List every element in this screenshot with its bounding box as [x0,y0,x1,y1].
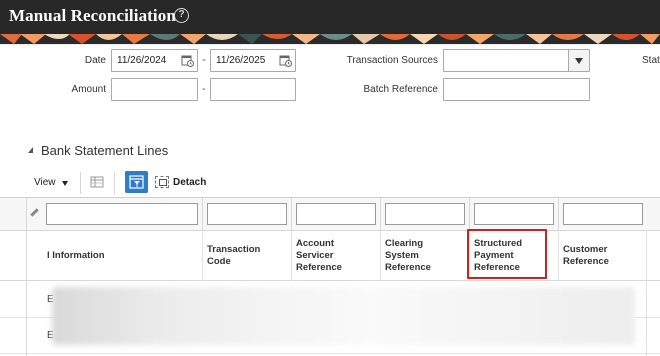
header-row: l Information Transaction Code Account Ser… [0,231,660,281]
column-divider [202,198,203,231]
column-divider [202,231,203,281]
cut-off-label: Stat [642,55,660,66]
date-range-dash: - [202,54,206,66]
collapse-triangle-icon[interactable] [28,147,33,153]
section-title: Bank Statement Lines [41,143,169,158]
header-line: Reference [385,262,431,273]
header-line: Reference [563,256,609,267]
batch-reference-field[interactable] [443,78,590,101]
date-label: Date [84,55,106,66]
filter-cell[interactable] [385,203,465,225]
page-title: Manual Reconciliation [9,6,176,25]
header-line: Account [296,238,334,249]
column-divider [291,198,292,231]
detach-icon[interactable] [155,176,169,188]
app-window: Manual Reconciliation ? Date 11/26/2024 [0,0,660,356]
header-line: Clearing [385,238,424,249]
header-line: Reference [296,262,342,273]
table-right-edge [646,230,647,356]
header-line: System [385,250,419,261]
toolbar-divider [80,172,81,194]
column-divider [558,231,559,281]
column-header-information[interactable]: l Information [47,250,105,262]
transaction-sources-select[interactable] [443,49,590,72]
column-divider [558,198,559,231]
title-bar: Manual Reconciliation ? [0,0,660,34]
pencil-icon [30,208,39,217]
redacted-row-content [52,287,635,345]
filter-cell[interactable] [207,203,287,225]
amount-label: Amount [71,84,106,95]
column-divider [291,231,292,281]
filter-cell[interactable] [563,203,643,225]
column-header-customer-reference[interactable]: Customer Reference [563,244,609,268]
filter-cell[interactable] [474,203,554,225]
transaction-sources-label: Transaction Sources [346,55,438,66]
filter-cell[interactable] [296,203,376,225]
toolbar-divider [114,172,115,194]
header-line: Customer [563,244,608,255]
help-icon[interactable]: ? [174,8,189,23]
calendar-icon[interactable] [181,54,194,67]
query-by-example-icon[interactable] [125,171,148,193]
view-caret-icon[interactable] [62,181,68,186]
date-to-field[interactable]: 11/26/2025 [210,49,296,72]
chevron-down-icon[interactable] [568,50,589,71]
column-divider [380,231,381,281]
freeze-icon[interactable] [90,176,104,188]
batch-reference-label: Batch Reference [363,84,439,95]
amount-range-dash: - [202,83,206,95]
decorative-banner [0,34,660,44]
header-line: Transaction [207,244,261,255]
header-line: Servicer [296,250,334,261]
column-header-clearing-system-reference[interactable]: Clearing System Reference [385,238,431,274]
highlight-box [467,229,547,279]
column-header-account-servicer-reference[interactable]: Account Servicer Reference [296,238,342,274]
header-line: Code [207,256,231,267]
date-from-field[interactable]: 11/26/2024 [111,49,198,72]
column-header-transaction-code[interactable]: Transaction Code [207,244,260,268]
filter-row [0,198,660,231]
calendar-icon[interactable] [279,54,292,67]
date-from-value: 11/26/2024 [117,55,167,66]
column-divider [380,198,381,231]
filter-cell[interactable] [46,203,198,225]
amount-to-field[interactable] [210,78,296,101]
date-to-value: 11/26/2025 [216,55,266,66]
view-menu[interactable]: View [34,177,56,188]
column-divider [469,198,470,231]
amount-from-field[interactable] [111,78,198,101]
row-header-gutter [26,197,27,356]
detach-button[interactable]: Detach [173,177,206,188]
